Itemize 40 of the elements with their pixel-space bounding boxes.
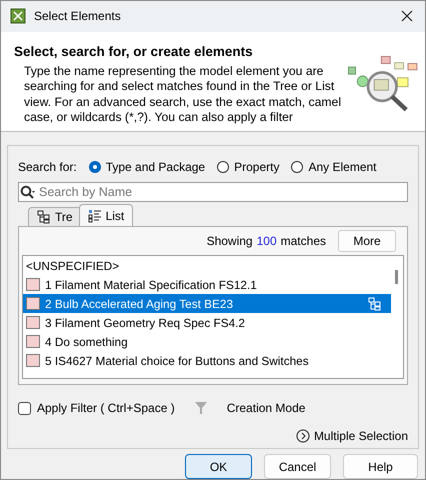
list-item[interactable]: 5 IS4627 Material choice for Buttons and Switches <box>23 351 391 370</box>
dialog-button[interactable]: Help <box>343 454 418 479</box>
requirement-icon <box>26 278 40 292</box>
tab[interactable]: Tre <box>28 207 82 226</box>
multiple-selection-toggle[interactable]: Multiple Selection <box>296 429 408 444</box>
dialog-button[interactable]: OK <box>185 454 252 479</box>
list-item[interactable]: 3 Filament Geometry Req Spec FS4.2 <box>23 313 391 332</box>
more-button[interactable]: More <box>338 230 396 252</box>
requirement-icon <box>26 335 40 348</box>
tab[interactable]: List <box>78 204 134 226</box>
scrollbar-thumb[interactable] <box>395 270 398 284</box>
radio-option[interactable]: Type and Package <box>88 160 206 174</box>
tree-icon <box>368 296 382 311</box>
app-icon <box>10 8 26 24</box>
list-item[interactable]: <UNSPECIFIED> <box>23 256 391 276</box>
list-item[interactable]: 4 Do something <box>23 332 391 352</box>
checkbox-label: Apply Filter ( Ctrl+Space ) <box>37 401 175 416</box>
header-description: Type the name representing the model element you are searching for and select matches found in the Tree or List view. For an advanced search, use the exact match, camel case, or wildcards (*,?). You can also apply a filter <box>23 64 342 126</box>
radio-option[interactable]: Property <box>217 160 280 174</box>
requirement-icon <box>26 354 40 368</box>
tree-icon <box>37 210 51 224</box>
list-icon <box>88 208 102 223</box>
checkbox[interactable] <box>18 402 31 415</box>
creation-mode-label: Creation Mode <box>226 401 306 416</box>
filter-icon <box>194 402 207 414</box>
results-label: Showing <box>206 234 253 248</box>
close-icon <box>401 10 413 22</box>
search-field[interactable]: Search by Name <box>18 182 408 202</box>
list-item[interactable]: 1 Filament Material Specification FS12.1 <box>23 275 391 294</box>
window-title: Select Elements <box>34 9 122 24</box>
dialog-button[interactable]: Cancel <box>264 454 331 479</box>
results-label: matches <box>280 234 326 248</box>
requirement-icon <box>26 316 40 330</box>
match-count: 100 <box>256 234 277 248</box>
search-for-label: Search for: <box>18 160 77 174</box>
list-item[interactable]: 2 Bulb Accelerated Aging Test BE23 <box>23 294 391 314</box>
requirement-icon <box>26 297 40 310</box>
radio-option[interactable]: Any Element <box>291 160 377 174</box>
expand-icon <box>296 429 310 444</box>
header-title: Select, search for, or create elements <box>14 44 254 59</box>
